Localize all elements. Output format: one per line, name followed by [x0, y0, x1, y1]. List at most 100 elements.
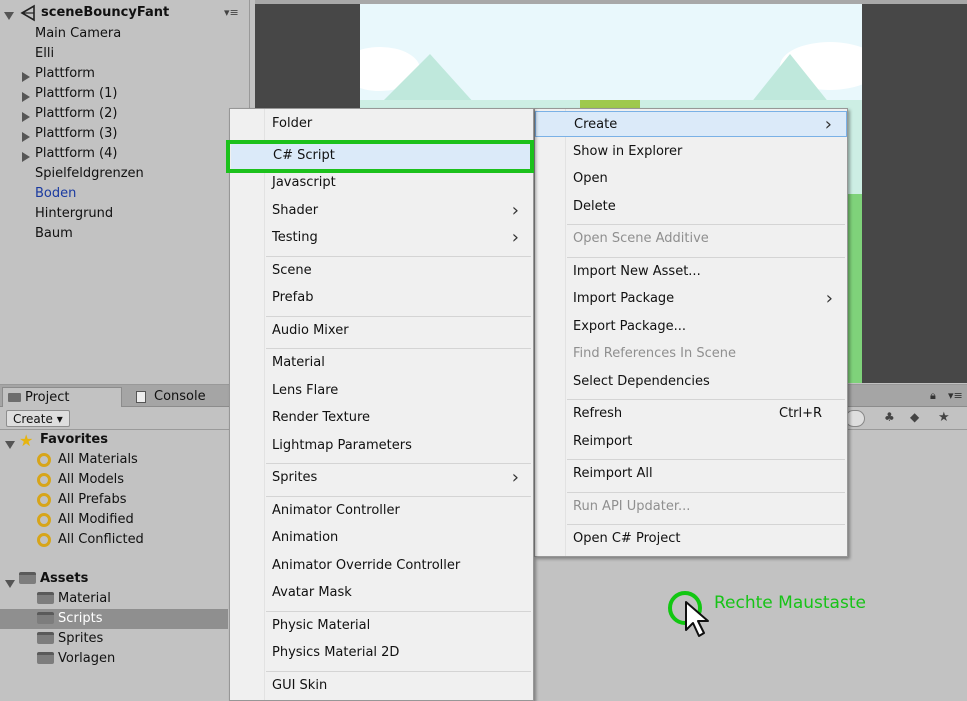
chevron-right-icon: ›	[825, 288, 833, 309]
hierarchy-item-label: Baum	[35, 226, 73, 241]
scene-expand-arrow-icon[interactable]	[4, 9, 14, 24]
filter-by-type-icon[interactable]: ♣	[884, 410, 895, 424]
search-icon	[37, 493, 51, 507]
favorite-item[interactable]: All Materials	[0, 450, 228, 470]
asset-folder-item[interactable]: Vorlagen	[0, 649, 228, 669]
menu-item-label: Shader	[272, 202, 319, 218]
menu-item[interactable]: Render Texture	[230, 405, 533, 431]
menu-item[interactable]: Lightmap Parameters	[230, 433, 533, 459]
menu-item[interactable]: Delete	[535, 194, 847, 220]
menu-item[interactable]: Avatar Mask	[230, 580, 533, 606]
menu-item[interactable]: Prefab	[230, 285, 533, 311]
create-dropdown-button[interactable]: Create ▾	[6, 410, 70, 427]
menu-item[interactable]: Audio Mixer	[230, 318, 533, 344]
menu-item[interactable]: Scene	[230, 258, 533, 284]
hierarchy-options-icon[interactable]: ▾≡	[224, 6, 239, 19]
folder-icon	[37, 652, 54, 664]
hierarchy-item[interactable]: Spielfeldgrenzen	[0, 164, 250, 184]
menu-item[interactable]: Sprites ›	[230, 465, 533, 491]
asset-folder-item[interactable]: Material	[0, 589, 228, 609]
folder-shape	[37, 632, 54, 644]
hierarchy-item[interactable]: Hintergrund	[0, 204, 250, 224]
hierarchy-item[interactable]: Elli	[0, 44, 250, 64]
menu-item-label: Reimport All	[573, 466, 653, 481]
menu-separator	[266, 315, 531, 317]
asset-folder-item[interactable]: Scripts	[0, 609, 228, 629]
menu-item-label: Export Package...	[573, 318, 686, 334]
favorites-header[interactable]: ★ Favorites	[0, 430, 228, 450]
menu-item-label: Folder	[272, 116, 313, 131]
search-field-end[interactable]	[845, 410, 865, 427]
menu-item[interactable]: Select Dependencies	[535, 369, 847, 395]
menu-item[interactable]: Reimport All	[535, 461, 847, 487]
menu-item[interactable]: Physic Material	[230, 613, 533, 639]
hierarchy-scene-header[interactable]: sceneBouncyFant ▾≡	[0, 4, 250, 24]
hierarchy-item[interactable]: Plattform	[0, 64, 250, 84]
menu-item[interactable]: GUI Skin	[230, 673, 533, 699]
menu-item[interactable]: Import New Asset...	[535, 259, 847, 285]
menu-item[interactable]: Animation	[230, 525, 533, 551]
favorite-item-label: All Models	[58, 472, 125, 487]
menu-item[interactable]: Animator Controller	[230, 498, 533, 524]
menu-item-label: Select Dependencies	[573, 373, 710, 389]
assets-header[interactable]: Assets	[0, 569, 228, 589]
hierarchy-item[interactable]: Plattform (4)	[0, 144, 250, 164]
menu-item[interactable]: Folder	[230, 111, 533, 137]
hierarchy-item[interactable]: Plattform (2)	[0, 104, 250, 124]
menu-item-label: Physic Material	[272, 617, 371, 633]
menu-item-label: GUI Skin	[272, 677, 328, 693]
menu-separator	[266, 463, 531, 464]
tab-console[interactable]: Console	[132, 387, 242, 407]
menu-item-label: Scene	[272, 262, 312, 278]
panel-options-icon[interactable]: ▾≡	[948, 389, 963, 402]
triangle-down-icon	[5, 441, 15, 449]
menu-item[interactable]: Import Package ›	[535, 286, 847, 312]
context-menu: Create › Show in Explorer Open Delete Open Sc…	[534, 108, 848, 557]
menu-item[interactable]: Animator Override Controller	[230, 553, 533, 579]
menu-item[interactable]: Create ›	[535, 111, 847, 137]
menu-item[interactable]: Javascript	[230, 170, 533, 196]
asset-folder-item-label: Vorlagen	[58, 651, 116, 666]
search-icon	[37, 533, 51, 547]
tab-console-label: Console	[154, 389, 206, 404]
menu-separator	[266, 255, 531, 257]
menu-item[interactable]: Material	[230, 350, 533, 376]
menu-item[interactable]: Testing ›	[230, 225, 533, 251]
hierarchy-item[interactable]: Boden	[0, 184, 250, 204]
filter-by-label-icon[interactable]: ◆	[910, 410, 919, 424]
favorite-item[interactable]: All Conflicted	[0, 530, 228, 550]
folder-icon	[37, 612, 54, 624]
asset-folder-item[interactable]: Sprites	[0, 629, 228, 649]
favorite-item-label: All Modified	[58, 512, 134, 527]
menu-item-label: Javascript	[272, 175, 336, 190]
hierarchy-item-label: Boden	[35, 186, 77, 201]
search-icon	[37, 473, 51, 487]
menu-item[interactable]: Lens Flare	[230, 378, 533, 404]
project-tab-folder-icon	[8, 393, 21, 402]
menu-item[interactable]: Show in Explorer	[535, 139, 847, 165]
hierarchy-item[interactable]: Main Camera	[0, 24, 250, 44]
favorite-item[interactable]: All Modified	[0, 510, 228, 530]
lock-icon[interactable]: 🔒︎	[930, 389, 936, 403]
favorite-star-icon[interactable]: ★	[938, 410, 950, 425]
hierarchy-item[interactable]: Baum	[0, 224, 250, 244]
hierarchy-item[interactable]: Plattform (1)	[0, 84, 250, 104]
menu-item[interactable]: Shader ›	[230, 198, 533, 224]
favorite-item[interactable]: All Prefabs	[0, 490, 228, 510]
folder-icon	[37, 632, 54, 644]
menu-item[interactable]: Open	[535, 166, 847, 192]
hierarchy-item[interactable]: Plattform (3)	[0, 124, 250, 144]
menu-item: Open Scene Additive	[535, 226, 847, 252]
folder-shape	[37, 612, 54, 624]
menu-item-label: Render Texture	[272, 410, 371, 425]
menu-item-label: Run API Updater...	[573, 498, 691, 514]
menu-item[interactable]: Physics Material 2D	[230, 640, 533, 666]
create-submenu: Folder C# Script Javascript Shader › Testing ›…	[229, 108, 534, 701]
menu-item[interactable]: Open C# Project	[535, 526, 847, 552]
menu-item[interactable]: Export Package...	[535, 314, 847, 340]
menu-item[interactable]: Reimport	[535, 429, 847, 455]
favorite-item[interactable]: All Models	[0, 470, 228, 490]
tab-project[interactable]: Project	[2, 387, 122, 407]
menu-separator	[567, 524, 845, 525]
menu-item[interactable]: Refresh Ctrl+R	[535, 401, 847, 427]
